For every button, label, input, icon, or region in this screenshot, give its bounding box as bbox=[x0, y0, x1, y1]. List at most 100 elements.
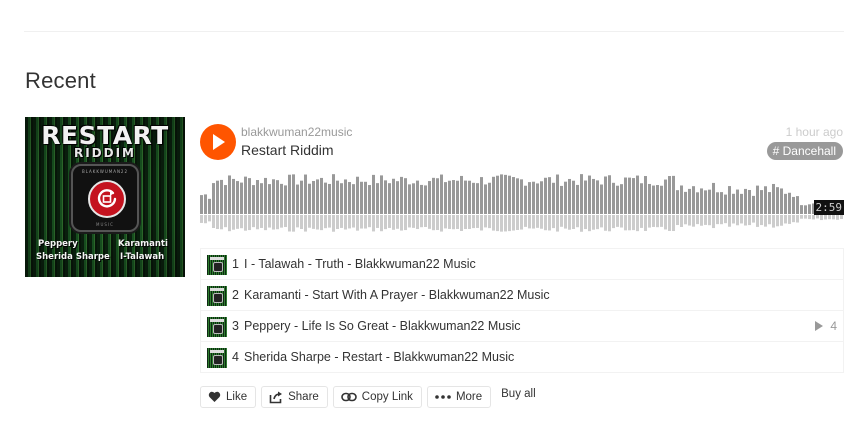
waveform-bar bbox=[688, 188, 691, 214]
waveform-reflection-bar bbox=[740, 215, 743, 224]
waveform-bar bbox=[488, 182, 491, 214]
waveform-reflection-bar bbox=[380, 215, 383, 232]
waveform-bar bbox=[336, 180, 339, 214]
track-name[interactable]: Peppery - Life Is So Great - Blakkwuman2… bbox=[244, 319, 521, 333]
waveform-bar bbox=[392, 178, 395, 214]
waveform-reflection-bar bbox=[200, 215, 203, 223]
waveform-bar bbox=[340, 183, 343, 214]
waveform-bar bbox=[580, 174, 583, 214]
waveform-bar bbox=[220, 179, 223, 214]
waveform-reflection-bar bbox=[596, 215, 599, 230]
waveform-reflection-bar bbox=[496, 215, 499, 232]
waveform-reflection-bar bbox=[508, 215, 511, 232]
waveform-bar bbox=[472, 182, 475, 214]
waveform-bar bbox=[780, 188, 783, 214]
waveform-reflection-bar bbox=[620, 215, 623, 228]
waveform-bar bbox=[692, 186, 695, 214]
waveform-reflection-bar bbox=[208, 215, 211, 222]
album-artwork[interactable]: RESTART RIDDIM BLAKKWUMAN22 MUSIC Pepper… bbox=[25, 117, 185, 277]
waveform-bar bbox=[676, 190, 679, 214]
waveform-bar bbox=[328, 183, 331, 214]
waveform-bar bbox=[276, 180, 279, 214]
tracklist-item[interactable]: 2 Karamanti - Start With A Prayer - Blak… bbox=[201, 280, 843, 311]
waveform-bar bbox=[520, 179, 523, 214]
waveform-bar bbox=[756, 185, 759, 214]
waveform-reflection-bar bbox=[344, 215, 347, 230]
waveform-bar bbox=[228, 175, 231, 214]
waveform-reflection-bar bbox=[504, 215, 507, 232]
waveform-reflection-bar bbox=[800, 215, 803, 219]
tracklist-item[interactable]: 1 I - Talawah - Truth - Blakkwuman22 Mus… bbox=[201, 249, 843, 280]
track-name[interactable]: Karamanti - Start With A Prayer - Blakkw… bbox=[244, 288, 550, 302]
tracklist-item[interactable]: 4 Sherida Sharpe - Restart - Blakkwuman2… bbox=[201, 342, 843, 372]
waveform-bar bbox=[648, 183, 651, 214]
more-button[interactable]: More bbox=[426, 386, 492, 408]
waveform-bar bbox=[620, 184, 623, 214]
waveform-bar bbox=[540, 181, 543, 214]
waveform-bar bbox=[252, 185, 255, 214]
waveform-bar bbox=[240, 182, 243, 214]
waveform-bar bbox=[256, 180, 259, 214]
track-name[interactable]: I - Talawah - Truth - Blakkwuman22 Music bbox=[244, 257, 476, 271]
waveform-reflection-bar bbox=[372, 215, 375, 232]
waveform-reflection-bar bbox=[824, 215, 827, 220]
buy-all-link[interactable]: Buy all bbox=[501, 388, 536, 400]
waveform-bar bbox=[616, 185, 619, 214]
waveform-bar bbox=[356, 176, 359, 214]
waveform-reflection-bar bbox=[292, 215, 295, 232]
waveform-bar bbox=[384, 180, 387, 214]
waveform-reflection-bar bbox=[656, 215, 659, 228]
waveform-reflection-bar bbox=[644, 215, 647, 231]
uploader-link[interactable]: blakkwuman22music bbox=[241, 125, 352, 139]
share-button[interactable]: Share bbox=[261, 386, 328, 408]
track-thumbnail bbox=[207, 255, 227, 275]
waveform-bar bbox=[284, 185, 287, 214]
waveform-reflection-bar bbox=[612, 215, 615, 229]
waveform[interactable]: 2:59 bbox=[200, 172, 844, 232]
waveform-reflection-bar bbox=[268, 215, 271, 228]
tracklist-item[interactable]: 3 Peppery - Life Is So Great - Blakkwuma… bbox=[201, 311, 843, 342]
artwork-subtitle: RIDDIM bbox=[73, 146, 137, 160]
waveform-bar bbox=[700, 188, 703, 214]
waveform-reflection-bar bbox=[544, 215, 547, 231]
artwork-artist-3: Sherida Sharpe bbox=[36, 252, 110, 262]
play-icon bbox=[213, 134, 225, 150]
waveform-reflection-bar bbox=[664, 215, 667, 230]
waveform-bar bbox=[468, 180, 471, 214]
waveform-reflection-bar bbox=[576, 215, 579, 228]
waveform-bar bbox=[324, 182, 327, 214]
track-number: 4 bbox=[232, 350, 239, 364]
waveform-bar bbox=[728, 186, 731, 214]
track-title-link[interactable]: Restart Riddim bbox=[241, 142, 334, 158]
waveform-bar bbox=[268, 184, 271, 214]
waveform-bar bbox=[672, 175, 675, 214]
waveform-reflection-bar bbox=[388, 215, 391, 228]
waveform-reflection-bar bbox=[348, 215, 351, 229]
like-label: Like bbox=[226, 391, 248, 403]
waveform-reflection-bar bbox=[536, 215, 539, 228]
waveform-reflection-bar bbox=[804, 215, 807, 219]
waveform-reflection-bar bbox=[488, 215, 491, 229]
waveform-reflection-bar bbox=[532, 215, 535, 229]
waveform-reflection-bar bbox=[708, 215, 711, 226]
track-name[interactable]: Sherida Sharpe - Restart - Blakkwuman22 … bbox=[244, 350, 514, 364]
waveform-bar bbox=[372, 174, 375, 214]
copy-link-button[interactable]: Copy Link bbox=[332, 386, 422, 408]
waveform-bar bbox=[784, 193, 787, 214]
like-button[interactable]: Like bbox=[200, 386, 257, 408]
track-number: 3 bbox=[232, 319, 239, 333]
waveform-bar bbox=[320, 177, 323, 214]
waveform-bar bbox=[772, 183, 775, 214]
waveform-bar bbox=[556, 174, 559, 214]
genre-tag[interactable]: # Dancehall bbox=[766, 142, 843, 160]
waveform-bar bbox=[292, 174, 295, 214]
waveform-bar bbox=[624, 177, 627, 214]
waveform-reflection-bar bbox=[816, 215, 819, 219]
waveform-reflection-bar bbox=[272, 215, 275, 230]
waveform-reflection-bar bbox=[592, 215, 595, 230]
play-button[interactable] bbox=[200, 124, 236, 160]
waveform-reflection-bar bbox=[252, 215, 255, 228]
waveform-bar bbox=[800, 205, 803, 214]
heart-icon bbox=[208, 391, 221, 402]
waveform-reflection-bar bbox=[452, 215, 455, 230]
